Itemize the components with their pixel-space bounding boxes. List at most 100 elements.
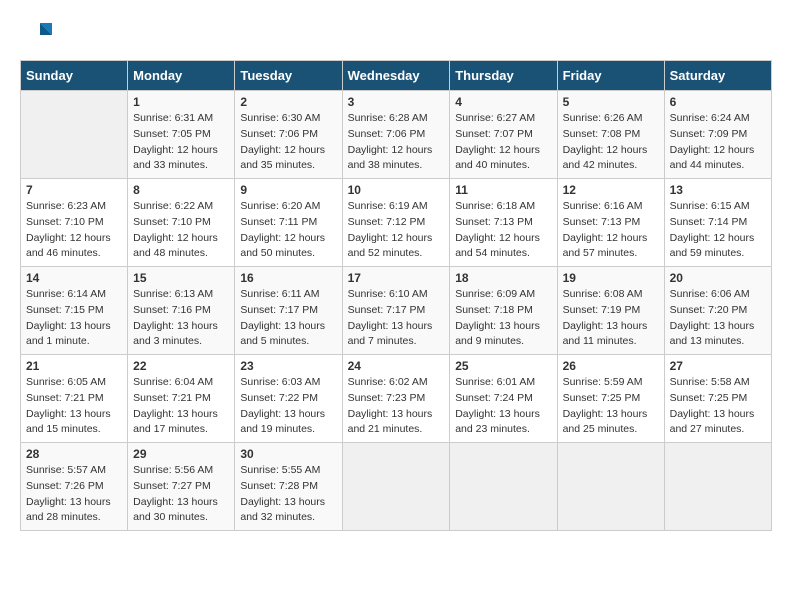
calendar-header-row: SundayMondayTuesdayWednesdayThursdayFrid…	[21, 61, 772, 91]
cell-content: Sunrise: 6:16 AMSunset: 7:13 PMDaylight:…	[563, 199, 659, 262]
page-header	[20, 20, 772, 50]
calendar-cell: 30Sunrise: 5:55 AMSunset: 7:28 PMDayligh…	[235, 443, 342, 531]
day-number: 15	[133, 271, 229, 285]
cell-content: Sunrise: 6:23 AMSunset: 7:10 PMDaylight:…	[26, 199, 122, 262]
day-number: 12	[563, 183, 659, 197]
cell-content: Sunrise: 6:01 AMSunset: 7:24 PMDaylight:…	[455, 375, 551, 438]
calendar-cell: 17 Sunrise: 6:10 AMSunset: 7:17 PMDayligh…	[342, 267, 450, 355]
cell-content: Sunrise: 6:18 AMSunset: 7:13 PMDaylight:…	[455, 199, 551, 262]
day-number: 5	[563, 95, 659, 109]
calendar-cell: 25Sunrise: 6:01 AMSunset: 7:24 PMDayligh…	[450, 355, 557, 443]
day-number: 21	[26, 359, 122, 373]
day-number: 19	[563, 271, 659, 285]
cell-content: Sunrise: 6:30 AMSunset: 7:06 PMDaylight:…	[240, 111, 336, 174]
day-number: 18	[455, 271, 551, 285]
day-number: 14	[26, 271, 122, 285]
calendar-cell: 10 Sunrise: 6:19 AMSunset: 7:12 PMDayligh…	[342, 179, 450, 267]
calendar-cell: 23Sunrise: 6:03 AMSunset: 7:22 PMDayligh…	[235, 355, 342, 443]
day-number: 17	[348, 271, 445, 285]
calendar-cell: 27 Sunrise: 5:58 AMSunset: 7:25 PMDayligh…	[664, 355, 771, 443]
calendar-cell	[450, 443, 557, 531]
cell-content: Sunrise: 5:55 AMSunset: 7:28 PMDaylight:…	[240, 463, 336, 526]
day-number: 28	[26, 447, 122, 461]
calendar-cell: 15 Sunrise: 6:13 AMSunset: 7:16 PMDayligh…	[128, 267, 235, 355]
day-header-saturday: Saturday	[664, 61, 771, 91]
cell-content: Sunrise: 6:20 AMSunset: 7:11 PMDaylight:…	[240, 199, 336, 262]
cell-content: Sunrise: 6:11 AMSunset: 7:17 PMDaylight:…	[240, 287, 336, 350]
calendar-cell	[664, 443, 771, 531]
day-number: 10	[348, 183, 445, 197]
calendar-cell: 3 Sunrise: 6:28 AMSunset: 7:06 PMDaylight…	[342, 91, 450, 179]
day-number: 16	[240, 271, 336, 285]
calendar-cell: 20 Sunrise: 6:06 AMSunset: 7:20 PMDayligh…	[664, 267, 771, 355]
cell-content: Sunrise: 6:28 AMSunset: 7:06 PMDaylight:…	[348, 111, 445, 174]
calendar-cell: 29Sunrise: 5:56 AMSunset: 7:27 PMDayligh…	[128, 443, 235, 531]
day-header-monday: Monday	[128, 61, 235, 91]
day-number: 26	[563, 359, 659, 373]
calendar-cell: 5 Sunrise: 6:26 AMSunset: 7:08 PMDaylight…	[557, 91, 664, 179]
day-number: 20	[670, 271, 766, 285]
cell-content: Sunrise: 6:13 AMSunset: 7:16 PMDaylight:…	[133, 287, 229, 350]
calendar-cell: 14 Sunrise: 6:14 AMSunset: 7:15 PMDayligh…	[21, 267, 128, 355]
day-number: 2	[240, 95, 336, 109]
calendar-table: SundayMondayTuesdayWednesdayThursdayFrid…	[20, 60, 772, 531]
logo	[20, 20, 52, 50]
calendar-cell: 11 Sunrise: 6:18 AMSunset: 7:13 PMDayligh…	[450, 179, 557, 267]
cell-content: Sunrise: 6:02 AMSunset: 7:23 PMDaylight:…	[348, 375, 445, 438]
calendar-cell: 6Sunrise: 6:24 AMSunset: 7:09 PMDaylight…	[664, 91, 771, 179]
calendar-cell	[557, 443, 664, 531]
calendar-cell: 2 Sunrise: 6:30 AMSunset: 7:06 PMDaylight…	[235, 91, 342, 179]
cell-content: Sunrise: 5:57 AMSunset: 7:26 PMDaylight:…	[26, 463, 122, 526]
logo-icon	[22, 20, 52, 50]
day-number: 29	[133, 447, 229, 461]
day-number: 9	[240, 183, 336, 197]
calendar-cell: 21 Sunrise: 6:05 AMSunset: 7:21 PMDayligh…	[21, 355, 128, 443]
cell-content: Sunrise: 6:22 AMSunset: 7:10 PMDaylight:…	[133, 199, 229, 262]
day-number: 11	[455, 183, 551, 197]
day-number: 4	[455, 95, 551, 109]
cell-content: Sunrise: 6:04 AMSunset: 7:21 PMDaylight:…	[133, 375, 229, 438]
cell-content: Sunrise: 5:59 AMSunset: 7:25 PMDaylight:…	[563, 375, 659, 438]
cell-content: Sunrise: 6:03 AMSunset: 7:22 PMDaylight:…	[240, 375, 336, 438]
calendar-cell: 9 Sunrise: 6:20 AMSunset: 7:11 PMDaylight…	[235, 179, 342, 267]
day-header-sunday: Sunday	[21, 61, 128, 91]
cell-content: Sunrise: 6:14 AMSunset: 7:15 PMDaylight:…	[26, 287, 122, 350]
cell-content: Sunrise: 6:27 AMSunset: 7:07 PMDaylight:…	[455, 111, 551, 174]
cell-content: Sunrise: 6:06 AMSunset: 7:20 PMDaylight:…	[670, 287, 766, 350]
cell-content: Sunrise: 6:15 AMSunset: 7:14 PMDaylight:…	[670, 199, 766, 262]
calendar-cell: 7 Sunrise: 6:23 AMSunset: 7:10 PMDaylight…	[21, 179, 128, 267]
calendar-cell: 4 Sunrise: 6:27 AMSunset: 7:07 PMDaylight…	[450, 91, 557, 179]
day-number: 24	[348, 359, 445, 373]
day-header-thursday: Thursday	[450, 61, 557, 91]
calendar-week-row: 14 Sunrise: 6:14 AMSunset: 7:15 PMDayligh…	[21, 267, 772, 355]
calendar-cell: 28 Sunrise: 5:57 AMSunset: 7:26 PMDayligh…	[21, 443, 128, 531]
calendar-cell: 19 Sunrise: 6:08 AMSunset: 7:19 PMDayligh…	[557, 267, 664, 355]
day-header-friday: Friday	[557, 61, 664, 91]
calendar-week-row: 21 Sunrise: 6:05 AMSunset: 7:21 PMDayligh…	[21, 355, 772, 443]
calendar-cell: 18Sunrise: 6:09 AMSunset: 7:18 PMDayligh…	[450, 267, 557, 355]
calendar-cell: 8 Sunrise: 6:22 AMSunset: 7:10 PMDaylight…	[128, 179, 235, 267]
calendar-cell	[342, 443, 450, 531]
calendar-cell: 22 Sunrise: 6:04 AMSunset: 7:21 PMDayligh…	[128, 355, 235, 443]
day-header-tuesday: Tuesday	[235, 61, 342, 91]
cell-content: Sunrise: 5:58 AMSunset: 7:25 PMDaylight:…	[670, 375, 766, 438]
cell-content: Sunrise: 6:08 AMSunset: 7:19 PMDaylight:…	[563, 287, 659, 350]
day-number: 8	[133, 183, 229, 197]
day-number: 13	[670, 183, 766, 197]
calendar-cell	[21, 91, 128, 179]
day-number: 7	[26, 183, 122, 197]
cell-content: Sunrise: 6:19 AMSunset: 7:12 PMDaylight:…	[348, 199, 445, 262]
calendar-cell: 1Sunrise: 6:31 AMSunset: 7:05 PMDaylight…	[128, 91, 235, 179]
cell-content: Sunrise: 6:10 AMSunset: 7:17 PMDaylight:…	[348, 287, 445, 350]
day-header-wednesday: Wednesday	[342, 61, 450, 91]
calendar-cell: 26 Sunrise: 5:59 AMSunset: 7:25 PMDayligh…	[557, 355, 664, 443]
cell-content: Sunrise: 6:31 AMSunset: 7:05 PMDaylight:…	[133, 111, 229, 174]
calendar-cell: 13 Sunrise: 6:15 AMSunset: 7:14 PMDayligh…	[664, 179, 771, 267]
calendar-cell: 24 Sunrise: 6:02 AMSunset: 7:23 PMDayligh…	[342, 355, 450, 443]
day-number: 3	[348, 95, 445, 109]
calendar-week-row: 1Sunrise: 6:31 AMSunset: 7:05 PMDaylight…	[21, 91, 772, 179]
cell-content: Sunrise: 6:05 AMSunset: 7:21 PMDaylight:…	[26, 375, 122, 438]
day-number: 27	[670, 359, 766, 373]
cell-content: Sunrise: 6:26 AMSunset: 7:08 PMDaylight:…	[563, 111, 659, 174]
day-number: 22	[133, 359, 229, 373]
